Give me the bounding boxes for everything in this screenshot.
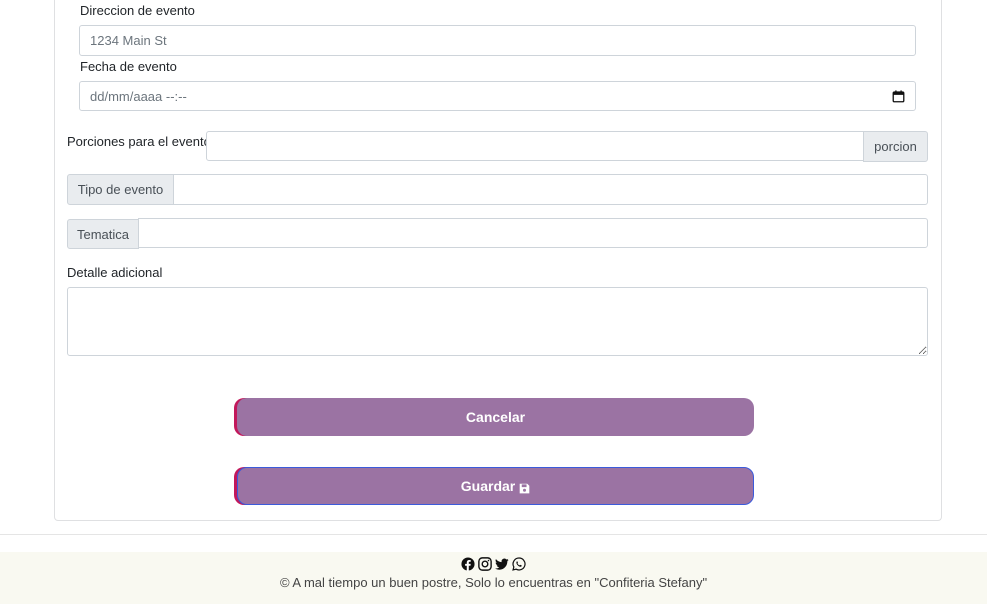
date-placeholder: dd/mm/aaaa --:-- xyxy=(90,88,187,104)
portions-suffix: porcion xyxy=(863,131,928,162)
save-button-label: Guardar xyxy=(460,478,516,494)
date-input[interactable]: dd/mm/aaaa --:-- xyxy=(79,81,916,111)
date-label: Fecha de evento xyxy=(80,59,177,74)
address-input[interactable]: 1234 Main St xyxy=(79,25,916,56)
facebook-icon[interactable] xyxy=(461,557,475,571)
whatsapp-icon[interactable] xyxy=(512,557,526,571)
theme-input[interactable] xyxy=(138,218,928,248)
save-button[interactable]: Guardar xyxy=(237,467,754,505)
portions-label: Porciones para el evento xyxy=(67,134,211,149)
event-type-prefix: Tipo de evento xyxy=(67,174,174,205)
event-form-card xyxy=(54,0,942,521)
calendar-icon[interactable] xyxy=(892,89,905,103)
address-placeholder: 1234 Main St xyxy=(90,33,167,48)
cancel-button-label: Cancelar xyxy=(465,409,526,425)
event-type-input[interactable] xyxy=(173,174,928,205)
details-label: Detalle adicional xyxy=(67,265,163,280)
address-label: Direccion de evento xyxy=(80,3,195,18)
social-links xyxy=(0,557,987,571)
floppy-disk-icon xyxy=(519,481,530,493)
twitter-icon[interactable] xyxy=(495,557,509,571)
copyright-text: © A mal tiempo un buen postre, Solo lo e… xyxy=(279,575,708,590)
cancel-button[interactable]: Cancelar xyxy=(237,398,754,436)
footer: © A mal tiempo un buen postre, Solo lo e… xyxy=(0,552,987,604)
footer-divider xyxy=(0,534,987,535)
portions-input[interactable] xyxy=(206,131,864,161)
theme-prefix: Tematica xyxy=(67,219,139,249)
details-textarea[interactable] xyxy=(67,287,928,356)
instagram-icon[interactable] xyxy=(478,557,492,571)
